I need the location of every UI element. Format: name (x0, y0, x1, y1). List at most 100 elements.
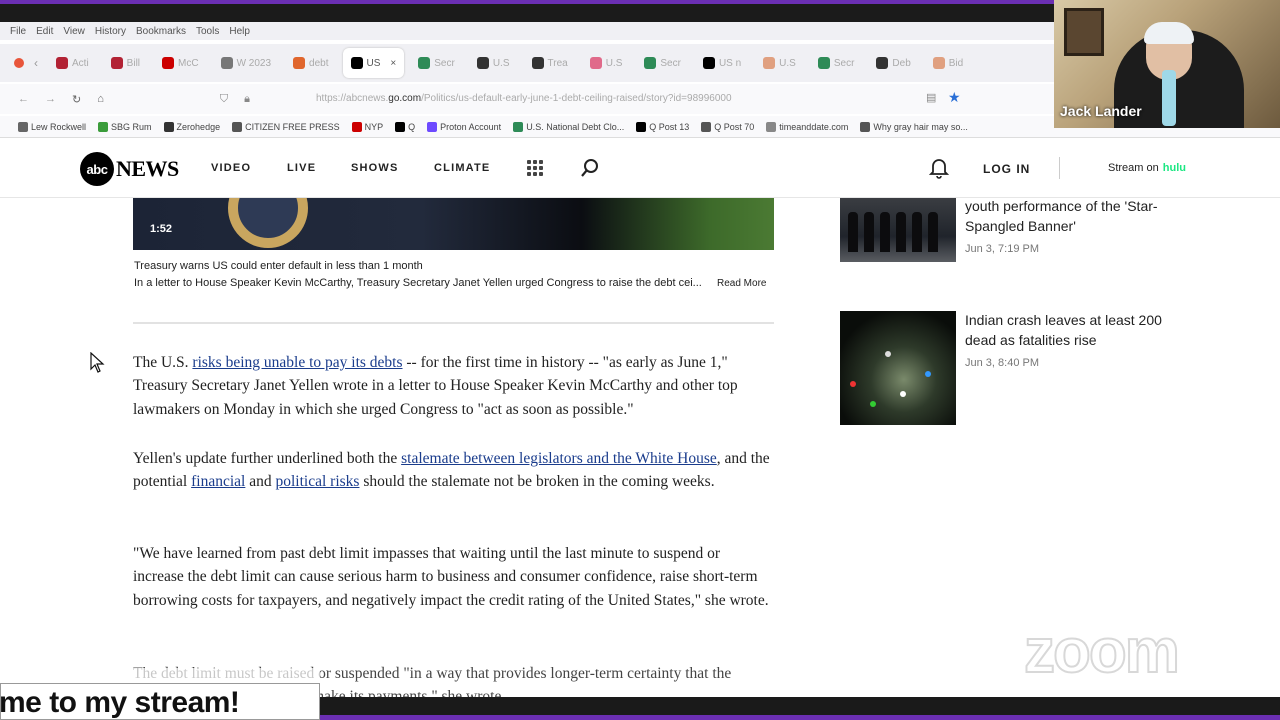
tab-favicon-icon (418, 57, 431, 69)
browser-tab[interactable]: US × (342, 48, 405, 78)
browser-tab[interactable]: Trea (524, 48, 576, 78)
stream-on-hulu-link[interactable]: Stream on hulu (1108, 162, 1186, 174)
bookmark-label: SBG Rum (111, 121, 152, 132)
tab-scroll-left-icon[interactable]: ‹ (34, 56, 38, 70)
tab-favicon-icon (932, 57, 945, 69)
bookmark-item[interactable]: SBG Rum (98, 121, 152, 132)
apps-grid-icon[interactable] (527, 160, 543, 176)
home-icon[interactable]: ⌂ (97, 93, 104, 105)
bookmark-label: CITIZEN FREE PRESS (245, 121, 340, 132)
bookmark-label: Proton Account (440, 121, 502, 132)
webcam-overlay: Jack Lander (1054, 0, 1280, 128)
video-player[interactable]: 1:52 (133, 198, 774, 250)
screen: File Edit View History Bookmarks Tools H… (0, 0, 1280, 720)
bookmark-item[interactable]: U.S. National Debt Clo... (513, 121, 625, 132)
browser-tab[interactable]: Bill (103, 48, 148, 78)
sidebar-story-time-1: Jun 3, 7:19 PM (965, 243, 1039, 255)
water-bottle (1162, 70, 1176, 126)
bookmark-star-icon[interactable]: ★ (948, 89, 961, 106)
bookmark-item[interactable]: NYP (351, 121, 384, 132)
video-caption-body: In a letter to House Speaker Kevin McCar… (134, 277, 702, 289)
browser-tab[interactable]: Bid (925, 48, 971, 78)
bookmark-item[interactable]: Why gray hair may so... (860, 121, 968, 132)
bookmark-favicon-icon (513, 121, 524, 132)
abc-news-logo[interactable]: abc NEWS (80, 152, 179, 186)
hulu-logo: hulu (1162, 162, 1186, 174)
financial-link[interactable]: financial (191, 473, 245, 490)
forward-icon[interactable]: → (45, 93, 56, 105)
browser-tab[interactable]: Acti (48, 48, 97, 78)
tab-favicon-icon (817, 57, 830, 69)
bookmark-label: Q Post 13 (649, 121, 690, 132)
browser-tab[interactable]: U.S (469, 48, 518, 78)
tab-label: Bid (948, 57, 964, 69)
browser-tab[interactable]: Secr (810, 48, 863, 78)
firefox-view-icon[interactable] (14, 58, 24, 68)
tab-label: debt (309, 57, 329, 69)
zoom-watermark: zoom (1023, 616, 1181, 687)
sidebar-story-title-1[interactable]: youth performance of the 'Star-Spangled … (965, 196, 1175, 236)
news-wordmark: NEWS (116, 156, 179, 181)
reader-view-icon[interactable]: ▤ (926, 91, 936, 104)
url-bar[interactable]: https://abcnews.go.com/Politics/us-defau… (316, 93, 732, 104)
read-more-link[interactable]: Read More (717, 278, 766, 289)
bookmark-item[interactable]: timeanddate.com (766, 121, 848, 132)
login-button[interactable]: LOG IN (983, 162, 1030, 176)
bookmark-favicon-icon (163, 121, 174, 132)
stream-on-text: Stream on (1108, 162, 1159, 174)
tab-favicon-icon (763, 57, 776, 69)
nav-live[interactable]: LIVE (287, 162, 316, 174)
browser-tab[interactable]: debt (285, 48, 336, 78)
article-paragraph-1: The U.S. risks being unable to pay its d… (133, 351, 773, 421)
browser-tab[interactable]: US n (695, 48, 749, 78)
browser-tab[interactable]: McC (154, 48, 207, 78)
bookmark-item[interactable]: Q (395, 121, 416, 132)
tab-label: U.S (779, 57, 796, 69)
menu-help[interactable]: Help (229, 26, 250, 37)
bookmark-label: Q (408, 121, 416, 132)
close-tab-icon[interactable]: × (390, 58, 396, 69)
tab-label: Acti (72, 57, 89, 69)
search-icon[interactable] (580, 158, 600, 178)
menu-view[interactable]: View (63, 26, 85, 37)
lock-icon[interactable]: 🔒︎ (244, 93, 250, 106)
bookmark-item[interactable]: Zerohedge (163, 121, 220, 132)
nav-shows[interactable]: SHOWS (351, 162, 399, 174)
browser-tab[interactable]: Secr (410, 48, 463, 78)
nav-video[interactable]: VIDEO (211, 162, 251, 174)
p2-text-c: and (245, 473, 276, 491)
nav-climate[interactable]: CLIMATE (434, 162, 490, 174)
sidebar-thumbnail-1[interactable] (840, 198, 956, 262)
menu-edit[interactable]: Edit (36, 26, 53, 37)
tab-favicon-icon (531, 57, 544, 69)
sidebar-story-title-2[interactable]: Indian crash leaves at least 200 dead as… (965, 310, 1175, 350)
stalemate-link[interactable]: stalemate between legislators and the Wh… (401, 450, 717, 467)
sidebar-thumbnail-2[interactable] (840, 311, 956, 425)
bookmark-item[interactable]: Proton Account (427, 121, 502, 132)
menu-bookmarks[interactable]: Bookmarks (136, 26, 186, 37)
browser-tab[interactable]: U.S (582, 48, 631, 78)
menu-file[interactable]: File (10, 26, 26, 37)
risks-link[interactable]: risks being unable to pay its debts (192, 354, 402, 371)
reload-icon[interactable]: ↻ (72, 93, 81, 106)
bookmark-item[interactable]: Q Post 13 (636, 121, 690, 132)
stream-ticker: me to my stream! (0, 683, 320, 720)
bell-icon[interactable] (929, 157, 949, 179)
header-divider (1059, 157, 1060, 179)
bookmark-label: NYP (364, 121, 384, 132)
article-paragraph-3: "We have learned from past debt limit im… (133, 545, 769, 609)
bookmark-favicon-icon (636, 121, 647, 132)
browser-tab[interactable]: W 2023 (213, 48, 279, 78)
menu-history[interactable]: History (95, 26, 126, 37)
bookmark-item[interactable]: Q Post 70 (701, 121, 754, 132)
browser-tab[interactable]: U.S (755, 48, 804, 78)
menu-tools[interactable]: Tools (196, 26, 219, 37)
bookmark-item[interactable]: CITIZEN FREE PRESS (232, 121, 340, 132)
political-risks-link[interactable]: political risks (276, 473, 360, 490)
browser-tab[interactable]: Secr (636, 48, 689, 78)
shield-icon[interactable]: ⛉ (220, 93, 228, 106)
browser-tab[interactable]: Deb (868, 48, 918, 78)
back-icon[interactable]: ← (18, 93, 29, 105)
bookmark-label: U.S. National Debt Clo... (526, 121, 625, 132)
bookmark-item[interactable]: Lew Rockwell (18, 121, 86, 132)
